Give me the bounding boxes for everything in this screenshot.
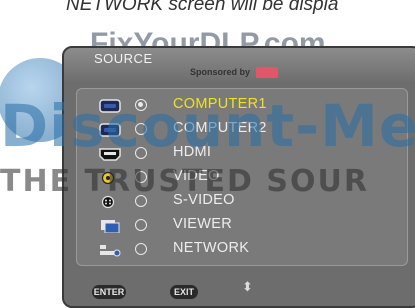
watermark-brand: Discount-Me: [0, 92, 415, 160]
menu-title: SOURCE: [94, 51, 153, 66]
sponsor-text: Sponsored by: [190, 67, 251, 77]
page-caption: NETWORK screen will be displa: [66, 0, 339, 15]
sponsor-badge: Sponsored by: [190, 67, 278, 79]
up-down-arrows-icon: ⬍: [242, 279, 253, 294]
radio-button[interactable]: [135, 219, 147, 231]
source-item-network[interactable]: NETWORK: [77, 239, 407, 261]
menu-footer: ENTER EXIT ⬍: [64, 270, 415, 306]
sponsor-logo-icon: [255, 67, 278, 79]
source-label: VIEWER: [173, 216, 232, 232]
network-icon: [100, 245, 121, 257]
exit-key-hint[interactable]: EXIT: [170, 285, 198, 299]
source-item-viewer[interactable]: VIEWER: [77, 215, 407, 237]
watermark-tagline: THE TRUSTED SOUR: [0, 164, 369, 199]
viewer-icon: [101, 220, 120, 233]
enter-key-hint[interactable]: ENTER: [92, 285, 126, 299]
source-label: NETWORK: [173, 240, 250, 256]
radio-button[interactable]: [135, 243, 147, 255]
menu-header: SOURCE Sponsored by: [64, 48, 415, 82]
